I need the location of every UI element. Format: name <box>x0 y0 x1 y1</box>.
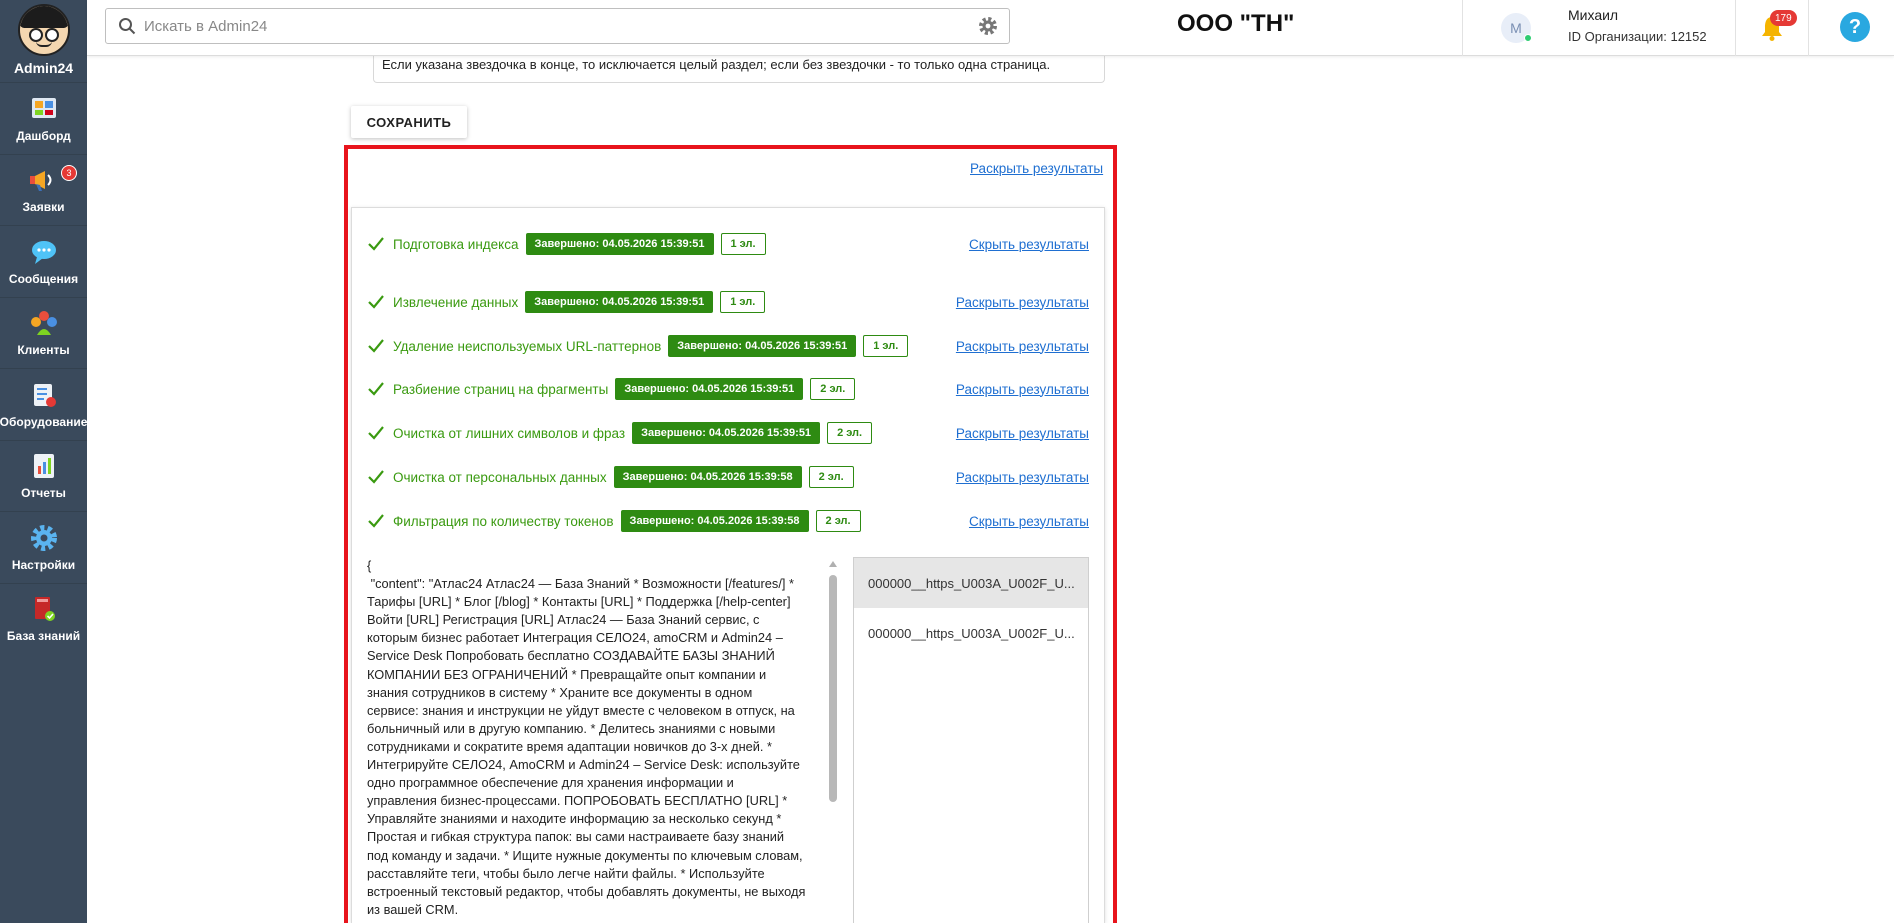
reports-icon <box>29 451 59 481</box>
checkmark-icon <box>368 339 384 353</box>
count-badge: 2 эл. <box>810 378 856 400</box>
equipment-icon <box>29 380 59 410</box>
status-badge: Завершено: 04.05.2026 15:39:51 <box>668 335 857 357</box>
checkmark-icon <box>368 295 384 309</box>
status-badge: Завершено: 04.05.2026 15:39:51 <box>525 233 714 255</box>
checkmark-icon <box>368 237 384 251</box>
top-header: ООО "ТН" М Михаил ID Организации: 12152 … <box>87 0 1894 56</box>
sidebar-item-requests[interactable]: 3 Заявки <box>0 153 87 226</box>
sidebar-item-clients[interactable]: Клиенты <box>0 296 87 369</box>
step-row-personal-data-cleanup: Очистка от персональных данных Завершено… <box>367 465 1089 489</box>
scrollbar-thumb[interactable] <box>829 575 837 802</box>
step-name: Извлечение данных <box>393 294 519 310</box>
toggle-results-link[interactable]: Раскрыть результаты <box>956 295 1089 310</box>
sidebar-item-label: Дашборд <box>16 128 71 143</box>
step-row-url-pattern-removal: Удаление неиспользуемых URL-паттернов За… <box>367 334 1089 358</box>
help-icon: ? <box>1840 12 1870 42</box>
step-row-page-chunking: Разбиение страниц на фрагменты Завершено… <box>367 377 1089 401</box>
result-json-preview: { "content": "Атлас24 Атлас24 — База Зна… <box>367 558 806 917</box>
sidebar-item-settings[interactable]: Настройки <box>0 511 87 583</box>
sidebar-item-knowledge-base[interactable]: База знаний <box>0 582 87 655</box>
scroll-up-arrow-icon[interactable] <box>829 561 837 567</box>
step-name: Фильтрация по количеству токенов <box>393 513 614 529</box>
save-button[interactable]: СОХРАНИТЬ <box>351 106 467 138</box>
count-badge: 2 эл. <box>815 510 861 532</box>
step-name: Удаление неиспользуемых URL-паттернов <box>393 338 662 354</box>
brand-name: Admin24 <box>13 60 74 76</box>
app-root: Admin24 Дашборд 3 Заявки Сообщения Клиен… <box>0 0 1894 923</box>
user-name: Михаил <box>1568 7 1619 23</box>
search-icon <box>119 18 136 35</box>
scrollbar[interactable] <box>827 557 839 923</box>
notifications-button[interactable]: 179 <box>1735 0 1808 56</box>
help-button[interactable]: ? <box>1808 0 1894 56</box>
sidebar: Admin24 Дашборд 3 Заявки Сообщения Клиен… <box>0 0 87 923</box>
checkmark-icon <box>368 470 384 484</box>
expand-all-results-link[interactable]: Раскрыть результаты <box>970 161 1103 176</box>
file-list-item[interactable]: 000000__https_U003A_U002F_U... <box>854 608 1088 658</box>
status-badge: Завершено: 04.05.2026 15:39:51 <box>525 291 714 313</box>
count-badge: 1 эл. <box>720 291 766 313</box>
sidebar-item-label: Отчеты <box>21 486 66 501</box>
organization-title: ООО "ТН" <box>1177 10 1295 37</box>
dashboard-icon <box>29 94 59 124</box>
search-input[interactable] <box>136 11 977 41</box>
toggle-results-link[interactable]: Раскрыть результаты <box>956 339 1089 354</box>
checkmark-icon <box>368 514 384 528</box>
status-badge: Завершено: 04.05.2026 15:39:51 <box>632 422 821 444</box>
megaphone-icon <box>29 165 59 195</box>
knowledge-book-icon <box>29 594 59 624</box>
status-badge: Завершено: 04.05.2026 15:39:51 <box>615 378 804 400</box>
sidebar-item-label: Оборудование <box>0 414 88 429</box>
file-list-item[interactable]: 000000__https_U003A_U002F_U... <box>854 558 1088 608</box>
step-row-index-preparation: Подготовка индекса Завершено: 04.05.2026… <box>367 232 1089 256</box>
sidebar-item-label: Сообщения <box>8 271 79 286</box>
sidebar-item-dashboard[interactable]: Дашборд <box>0 82 87 154</box>
gear-icon <box>29 523 59 553</box>
sidebar-item-messages[interactable]: Сообщения <box>0 225 87 297</box>
organization-id: ID Организации: 12152 <box>1568 29 1707 44</box>
search-bar <box>105 8 1010 44</box>
notifications-count-badge: 179 <box>1770 10 1797 26</box>
search-settings-gear-icon[interactable] <box>977 15 999 37</box>
step-row-token-filter: Фильтрация по количеству токенов Заверше… <box>367 509 1089 533</box>
clients-icon <box>29 308 59 338</box>
step-row-symbol-cleanup: Очистка от лишних символов и фраз Заверш… <box>367 421 1089 445</box>
toggle-results-link[interactable]: Раскрыть результаты <box>956 382 1089 397</box>
step-row-data-extraction: Извлечение данных Завершено: 04.05.2026 … <box>367 290 1089 314</box>
sidebar-item-label: Настройки <box>11 557 76 572</box>
requests-count-badge: 3 <box>61 164 77 181</box>
step-name: Подготовка индекса <box>393 236 519 252</box>
toggle-results-link[interactable]: Скрыть результаты <box>969 514 1089 529</box>
sidebar-item-label: Заявки <box>22 200 65 215</box>
status-badge: Завершено: 04.05.2026 15:39:58 <box>620 510 809 532</box>
toggle-results-link[interactable]: Скрыть результаты <box>969 237 1089 252</box>
sidebar-item-equipment[interactable]: Оборудование <box>0 368 87 440</box>
sidebar-item-label: База знаний <box>6 629 81 644</box>
brand[interactable]: Admin24 <box>0 0 87 82</box>
result-file-list: 000000__https_U003A_U002F_U... 000000__h… <box>853 557 1089 923</box>
checkmark-icon <box>368 382 384 396</box>
toggle-results-link[interactable]: Раскрыть результаты <box>956 426 1089 441</box>
online-status-dot <box>1524 34 1532 42</box>
count-badge: 2 эл. <box>827 422 873 444</box>
count-badge: 1 эл. <box>863 335 909 357</box>
step-name: Очистка от лишних символов и фраз <box>393 425 626 441</box>
count-badge: 1 эл. <box>720 233 766 255</box>
toggle-results-link[interactable]: Раскрыть результаты <box>956 470 1089 485</box>
step-name: Очистка от персональных данных <box>393 469 607 485</box>
status-badge: Завершено: 04.05.2026 15:39:58 <box>613 466 802 488</box>
checkmark-icon <box>368 426 384 440</box>
chat-icon <box>29 237 59 267</box>
count-badge: 2 эл. <box>808 466 854 488</box>
brand-avatar-logo-icon <box>17 4 70 56</box>
sidebar-item-reports[interactable]: Отчеты <box>0 439 87 512</box>
sidebar-item-label: Клиенты <box>17 343 70 358</box>
step-name: Разбиение страниц на фрагменты <box>393 381 609 397</box>
